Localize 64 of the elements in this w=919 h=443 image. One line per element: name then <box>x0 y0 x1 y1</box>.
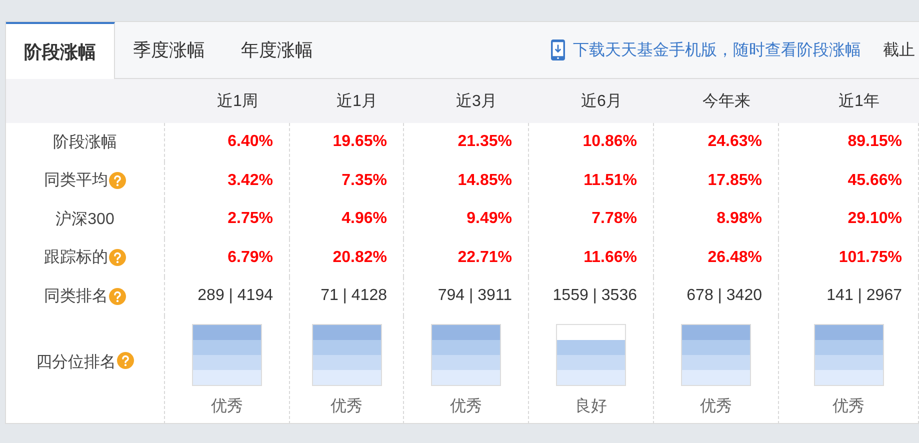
phone-icon <box>551 39 565 61</box>
table-cell: 6.79% <box>228 248 273 267</box>
table-cell: 7.35% <box>342 172 387 190</box>
table-cell: 101.75% <box>838 248 902 267</box>
column-header: 今年来 <box>654 79 779 123</box>
table-cell: 22.71% <box>458 248 512 267</box>
help-icon[interactable] <box>109 288 126 305</box>
rating-label: 优秀 <box>330 396 362 416</box>
rating-label: 良好 <box>575 396 607 416</box>
table-cell: 21.35% <box>458 133 512 152</box>
table-cell: 26.48% <box>708 248 762 267</box>
rating-label: 优秀 <box>832 396 864 416</box>
table-cell: 289 | 4194 <box>198 287 273 306</box>
table-cell: 678 | 3420 <box>686 287 762 306</box>
row-label: 阶段涨幅 <box>53 132 117 153</box>
quartile-meter <box>814 324 884 386</box>
column-header: 近1周 <box>165 79 290 123</box>
quartile-meter <box>431 324 501 386</box>
tab[interactable]: 阶段涨幅 <box>6 22 115 79</box>
table-cell: 1559 | 3536 <box>552 287 637 306</box>
row-label: 跟踪标的 <box>44 248 108 268</box>
table-cell: 14.85% <box>458 172 512 190</box>
table-cell: 89.15% <box>848 133 902 152</box>
column-header: 近3月 <box>404 79 529 123</box>
table-cell: 141 | 2967 <box>826 287 902 306</box>
table-cell: 2.75% <box>228 210 273 228</box>
table-cell: 11.66% <box>584 248 637 267</box>
rating-label: 优秀 <box>450 396 482 416</box>
table-cell: 10.86% <box>582 133 637 152</box>
table-cell: 7.78% <box>592 210 637 228</box>
quartile-meter <box>312 324 382 386</box>
help-icon[interactable] <box>117 352 134 368</box>
table-cell: 6.40% <box>228 133 273 152</box>
row-label: 沪深300 <box>56 210 114 230</box>
tab[interactable]: 年度涨幅 <box>223 22 331 78</box>
cutoff-label: 截止 <box>883 40 915 60</box>
quartile-meter <box>681 324 751 386</box>
table-cell: 19.65% <box>332 133 387 152</box>
rating-label: 优秀 <box>700 396 732 416</box>
table-cell: 9.49% <box>466 210 512 228</box>
table-cell: 3.42% <box>228 172 273 190</box>
row-label: 同类排名 <box>44 286 108 307</box>
table-cell: 29.10% <box>848 210 902 228</box>
table-cell: 17.85% <box>708 172 762 190</box>
table-cell: 794 | 3911 <box>438 287 512 306</box>
help-icon[interactable] <box>109 172 126 190</box>
column-header: 近1月 <box>290 79 404 123</box>
quartile-meter <box>556 324 626 386</box>
tab[interactable]: 季度涨幅 <box>115 22 223 78</box>
rating-label: 优秀 <box>211 396 243 416</box>
help-icon[interactable] <box>109 249 126 266</box>
column-header: 近1年 <box>779 79 919 123</box>
table-cell: 24.63% <box>708 133 762 152</box>
table-cell: 45.66% <box>848 172 902 190</box>
table-cell: 20.82% <box>332 248 387 267</box>
column-header: 近6月 <box>529 79 654 123</box>
table-cell: 4.96% <box>342 210 387 228</box>
quartile-meter <box>192 324 262 386</box>
row-label: 四分位排名 <box>36 352 116 372</box>
table-cell: 71 | 4128 <box>320 287 387 306</box>
table-cell: 8.98% <box>716 210 762 228</box>
table-cell: 11.51% <box>584 172 637 190</box>
download-link[interactable]: 下载天天基金手机版，随时查看阶段涨幅 <box>573 40 861 60</box>
row-label: 同类平均 <box>44 170 108 192</box>
